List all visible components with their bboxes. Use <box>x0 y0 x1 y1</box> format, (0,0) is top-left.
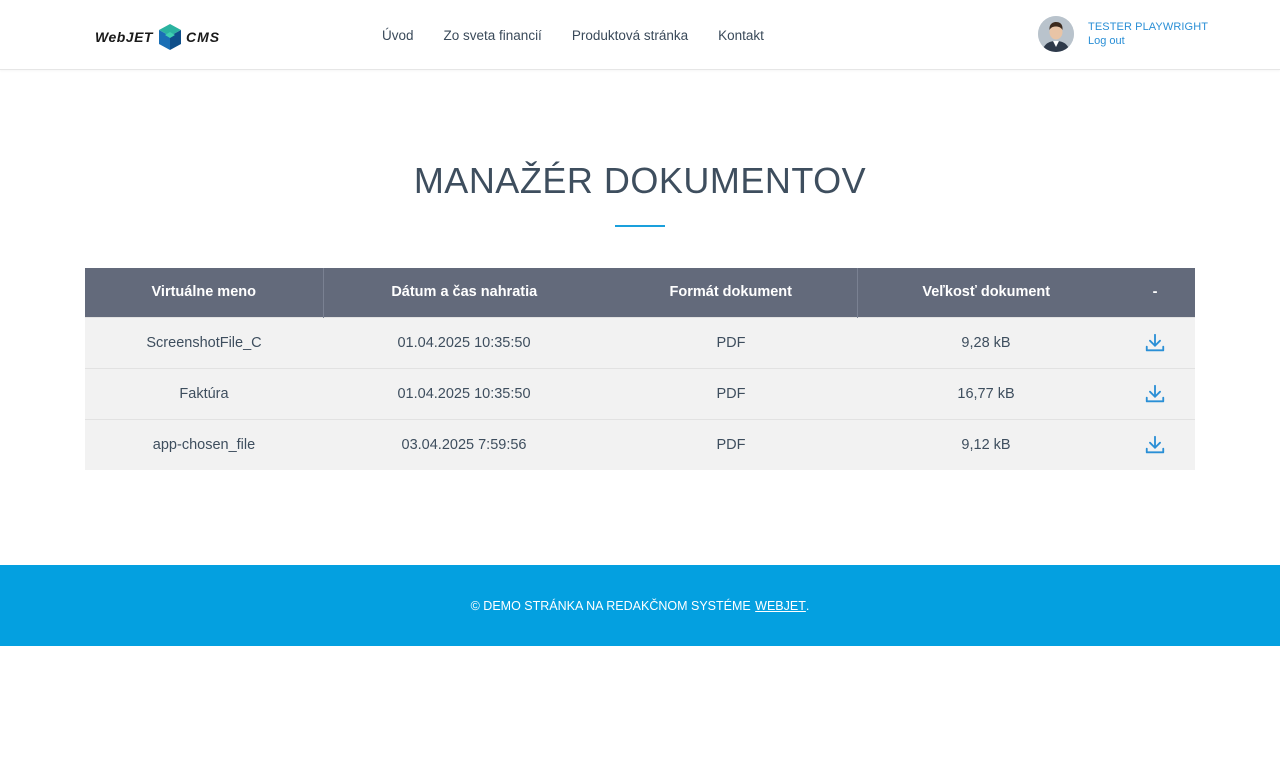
cell-size: 9,28 kB <box>857 316 1115 368</box>
nav-item-produkt[interactable]: Produktová stránka <box>572 28 688 43</box>
cell-action <box>1115 367 1195 419</box>
download-icon[interactable] <box>1144 434 1166 456</box>
footer-suffix: . <box>805 598 810 613</box>
column-header-date[interactable]: Dátum a čas nahratia <box>323 268 605 317</box>
cell-name: ScreenshotFile_C <box>85 316 323 368</box>
main-nav: Úvod Zo sveta financií Produktová stránk… <box>382 0 794 70</box>
cell-date: 01.04.2025 10:35:50 <box>323 367 605 419</box>
user-name[interactable]: TESTER PLAYWRIGHT <box>1088 20 1208 34</box>
avatar[interactable] <box>1038 16 1074 52</box>
download-icon[interactable] <box>1144 332 1166 354</box>
logo-text-webjet: WebJET <box>95 29 153 45</box>
column-header-format[interactable]: Formát dokument <box>605 268 858 317</box>
table-header-row: Virtuálne meno Dátum a čas nahratia Form… <box>85 268 1195 317</box>
table-row: app-chosen_file 03.04.2025 7:59:56 PDF 9… <box>85 418 1195 470</box>
nav-item-financie[interactable]: Zo sveta financií <box>444 28 542 43</box>
cell-action <box>1115 316 1195 368</box>
user-avatar-icon <box>1038 16 1074 52</box>
page-title: MANAŽÉR DOKUMENTOV <box>413 160 867 201</box>
site-header: WebJET CMS Úvod Zo sveta financií Produk… <box>0 0 1280 70</box>
webjet-cms-logo[interactable]: WebJET CMS <box>95 22 220 52</box>
column-header-action: - <box>1115 268 1195 317</box>
title-underline <box>615 225 665 227</box>
download-icon[interactable] <box>1144 383 1166 405</box>
table-row: ScreenshotFile_C 01.04.2025 10:35:50 PDF… <box>85 316 1195 368</box>
cell-size: 9,12 kB <box>857 418 1115 470</box>
cell-format: PDF <box>605 418 857 470</box>
logo-text-cms: CMS <box>185 29 221 45</box>
cell-format: PDF <box>605 316 857 368</box>
site-footer: © DEMO STRÁNKA NA REDAKČNOM SYSTÉME WEBJ… <box>0 565 1280 646</box>
footer-text: © DEMO STRÁNKA NA REDAKČNOM SYSTÉME <box>470 598 751 613</box>
column-header-name[interactable]: Virtuálne meno <box>85 268 324 317</box>
cell-size: 16,77 kB <box>857 367 1115 419</box>
cell-date: 03.04.2025 7:59:56 <box>323 418 605 470</box>
documents-table: Virtuálne meno Dátum a čas nahratia Form… <box>85 268 1195 470</box>
cell-name: Faktúra <box>85 367 323 419</box>
cell-date: 01.04.2025 10:35:50 <box>323 316 605 368</box>
logo-cube-icon <box>158 24 181 50</box>
cell-name: app-chosen_file <box>85 418 323 470</box>
table-row: Faktúra 01.04.2025 10:35:50 PDF 16,77 kB <box>85 367 1195 419</box>
user-box: TESTER PLAYWRIGHT Log out <box>1038 16 1208 52</box>
footer-webjet-link[interactable]: WEBJET <box>755 599 806 613</box>
nav-item-kontakt[interactable]: Kontakt <box>718 28 764 43</box>
logout-link[interactable]: Log out <box>1088 34 1208 48</box>
cell-action <box>1115 418 1195 470</box>
nav-item-uvod[interactable]: Úvod <box>382 28 414 43</box>
column-header-size[interactable]: Veľkosť dokument <box>857 268 1115 317</box>
cell-format: PDF <box>605 367 857 419</box>
